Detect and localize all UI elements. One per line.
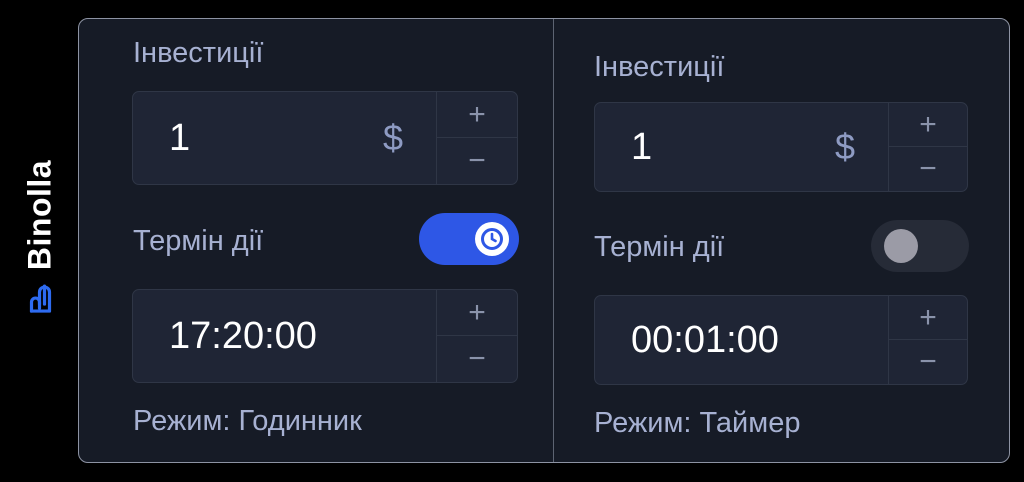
time-stepper: + − xyxy=(436,290,517,382)
time-field[interactable]: 00:01:00 + − xyxy=(594,295,968,385)
brand-name: Binolla xyxy=(21,159,58,271)
investment-field[interactable]: 1 $ + − xyxy=(594,102,968,192)
time-decrease-button[interactable]: − xyxy=(437,336,517,382)
toggle-knob xyxy=(475,222,509,256)
trade-settings-card: Інвестиції 1 $ + − Термін дії 17:20:00 +… xyxy=(78,18,1010,463)
investment-increase-button[interactable]: + xyxy=(889,103,967,147)
investment-increase-button[interactable]: + xyxy=(437,92,517,138)
time-increase-button[interactable]: + xyxy=(889,296,967,340)
panel-divider xyxy=(553,19,554,462)
brand-lockup: Binolla xyxy=(22,160,59,314)
binolla-logo-icon xyxy=(29,284,51,313)
clock-mode-toggle[interactable] xyxy=(871,220,969,272)
clock-icon xyxy=(481,228,503,250)
term-label: Термін дії xyxy=(133,225,264,257)
time-field[interactable]: 17:20:00 + − xyxy=(132,289,518,383)
investment-label: Інвестиції xyxy=(594,51,725,83)
time-value[interactable]: 17:20:00 xyxy=(169,290,317,382)
investment-value[interactable]: 1 xyxy=(631,103,652,191)
clock-mode-toggle[interactable] xyxy=(419,213,519,265)
toggle-knob xyxy=(884,229,918,263)
investment-stepper: + − xyxy=(436,92,517,184)
time-increase-button[interactable]: + xyxy=(437,290,517,336)
investment-value[interactable]: 1 xyxy=(169,92,190,184)
term-label: Термін дії xyxy=(594,231,725,263)
brand-area: Binolla xyxy=(0,0,78,482)
mode-text: Режим: Таймер xyxy=(594,407,801,439)
time-decrease-button[interactable]: − xyxy=(889,340,967,384)
mode-text: Режим: Годинник xyxy=(133,405,362,437)
investment-label: Інвестиції xyxy=(133,37,264,69)
investment-decrease-button[interactable]: − xyxy=(889,147,967,191)
investment-field[interactable]: 1 $ + − xyxy=(132,91,518,185)
currency-symbol: $ xyxy=(835,126,856,167)
investment-stepper: + − xyxy=(888,103,967,191)
investment-decrease-button[interactable]: − xyxy=(437,138,517,184)
time-value[interactable]: 00:01:00 xyxy=(631,296,779,384)
time-stepper: + − xyxy=(888,296,967,384)
currency-symbol: $ xyxy=(383,117,404,158)
